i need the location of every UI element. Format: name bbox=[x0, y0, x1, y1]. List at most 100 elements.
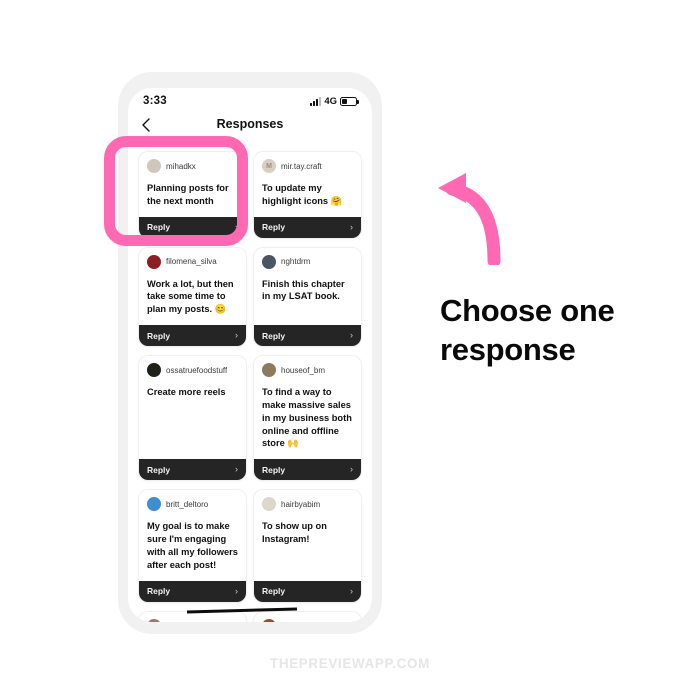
avatar[interactable] bbox=[147, 363, 161, 378]
status-indicators: 4G bbox=[310, 95, 359, 107]
response-user[interactable]: wairimuwraps bbox=[147, 618, 238, 622]
response-username[interactable]: ossatruefoodstuff bbox=[166, 366, 227, 375]
response-card-body: travelingdolphinStaying mentally bbox=[254, 611, 361, 622]
chevron-right-icon: › bbox=[350, 464, 353, 475]
reply-button[interactable]: Reply › bbox=[254, 580, 361, 602]
avatar[interactable] bbox=[147, 254, 161, 269]
response-card-body: hairbyabim To show up on Instagram! bbox=[254, 490, 361, 581]
response-text: To update my highlight icons 🤗 bbox=[262, 183, 343, 206]
reply-label: Reply bbox=[147, 586, 171, 597]
response-user[interactable]: nghtdrm bbox=[262, 254, 353, 269]
response-card-body: nghtdrm Finish this chapter in my LSAT bo… bbox=[254, 247, 361, 326]
reply-button[interactable]: Reply › bbox=[139, 216, 246, 238]
response-text: Planning posts for the next month bbox=[147, 183, 229, 206]
response-text: Work a lot, but then take some time to p… bbox=[147, 278, 234, 315]
network-label: 4G bbox=[324, 95, 337, 107]
response-user[interactable]: houseof_bm bbox=[262, 363, 353, 378]
response-card-body: filomena_silva Work a lot, but then take … bbox=[139, 247, 246, 326]
response-text: Finish this chapter in my LSAT book. bbox=[262, 278, 345, 302]
reply-button[interactable]: Reply › bbox=[139, 580, 246, 602]
response-card-body: houseof_bm To find a way to make massive … bbox=[254, 356, 361, 460]
reply-label: Reply bbox=[147, 330, 171, 341]
curved-arrow-left-icon bbox=[432, 165, 552, 268]
responses-grid: mihadkx Planning posts for the next month… bbox=[128, 142, 372, 622]
response-card-body: Mmir.tay.craft To update my highlight ico… bbox=[254, 152, 361, 217]
response-card[interactable]: Mmir.tay.craft To update my highlight ico… bbox=[254, 152, 361, 238]
response-card-body: mihadkx Planning posts for the next month bbox=[139, 152, 246, 217]
watermark: THEPREVIEWAPP.COM bbox=[270, 656, 430, 671]
phone-mockup: 3:33 4G Responses mihadkx Planning posts … bbox=[118, 72, 382, 634]
app-header: Responses bbox=[128, 114, 372, 140]
reply-button[interactable]: Reply › bbox=[254, 216, 361, 238]
response-username[interactable]: mihadkx bbox=[166, 162, 196, 171]
response-username[interactable]: wairimuwraps bbox=[166, 621, 215, 622]
response-text: My goal is to make sure I'm engaging wit… bbox=[147, 521, 238, 570]
response-card[interactable]: nghtdrm Finish this chapter in my LSAT bo… bbox=[254, 247, 361, 347]
reply-label: Reply bbox=[262, 464, 286, 475]
avatar[interactable] bbox=[262, 618, 276, 622]
chevron-right-icon: › bbox=[235, 221, 238, 232]
reply-button[interactable]: Reply › bbox=[254, 459, 361, 481]
response-user[interactable]: britt_deltoro bbox=[147, 497, 238, 512]
response-text: Create more reels bbox=[147, 387, 226, 398]
response-card[interactable]: filomena_silva Work a lot, but then take … bbox=[139, 247, 246, 347]
chevron-right-icon: › bbox=[350, 330, 353, 341]
battery-icon bbox=[340, 96, 359, 106]
reply-label: Reply bbox=[147, 464, 171, 475]
response-card[interactable]: ossatruefoodstuff Create more reels Reply › bbox=[139, 356, 246, 481]
avatar[interactable] bbox=[147, 618, 161, 622]
reply-button[interactable]: Reply › bbox=[139, 325, 246, 347]
response-username[interactable]: britt_deltoro bbox=[166, 500, 208, 509]
response-user[interactable]: travelingdolphin bbox=[262, 618, 353, 622]
chevron-right-icon: › bbox=[235, 330, 238, 341]
response-username[interactable]: houseof_bm bbox=[281, 366, 325, 375]
response-card[interactable]: britt_deltoro My goal is to make sure I'm… bbox=[139, 490, 246, 602]
response-card[interactable]: wairimuwrapsTo make my 3 posts per week,… bbox=[139, 611, 246, 622]
avatar-initial: M bbox=[266, 162, 272, 170]
response-card[interactable]: houseof_bm To find a way to make massive … bbox=[254, 356, 361, 481]
response-card-body: britt_deltoro My goal is to make sure I'm… bbox=[139, 490, 246, 581]
signal-bars-icon bbox=[310, 96, 322, 106]
avatar[interactable] bbox=[262, 497, 276, 512]
avatar[interactable]: M bbox=[262, 159, 276, 173]
response-card[interactable]: travelingdolphinStaying mentally bbox=[254, 611, 361, 622]
avatar[interactable] bbox=[147, 497, 161, 512]
avatar[interactable] bbox=[262, 363, 276, 378]
reply-label: Reply bbox=[262, 330, 286, 341]
responses-scroll-area[interactable]: mihadkx Planning posts for the next month… bbox=[128, 142, 372, 622]
reply-button[interactable]: Reply › bbox=[139, 459, 246, 481]
response-user[interactable]: mihadkx bbox=[147, 159, 238, 173]
annotation-line-2: response bbox=[440, 331, 576, 367]
response-user[interactable]: filomena_silva bbox=[147, 254, 238, 269]
response-text: To find a way to make massive sales in m… bbox=[262, 387, 352, 449]
response-username[interactable]: hairbyabim bbox=[281, 500, 320, 509]
response-username[interactable]: nghtdrm bbox=[281, 257, 310, 266]
chevron-right-icon: › bbox=[350, 585, 353, 596]
avatar[interactable] bbox=[147, 159, 161, 173]
reply-label: Reply bbox=[262, 222, 286, 233]
response-user[interactable]: Mmir.tay.craft bbox=[262, 159, 353, 173]
status-bar: 3:33 4G bbox=[128, 88, 372, 114]
response-card[interactable]: mihadkx Planning posts for the next month… bbox=[139, 152, 246, 238]
reply-label: Reply bbox=[262, 586, 286, 597]
page-title: Responses bbox=[216, 117, 284, 131]
response-card-body: ossatruefoodstuff Create more reels bbox=[139, 356, 246, 460]
reply-button[interactable]: Reply › bbox=[254, 325, 361, 347]
chevron-right-icon: › bbox=[235, 585, 238, 596]
response-text: To show up on Instagram! bbox=[262, 521, 327, 545]
response-username[interactable]: filomena_silva bbox=[166, 257, 217, 266]
response-card[interactable]: hairbyabim To show up on Instagram! Reply › bbox=[254, 490, 361, 602]
chevron-right-icon: › bbox=[350, 221, 353, 232]
response-username[interactable]: travelingdolphin bbox=[281, 621, 337, 622]
chevron-right-icon: › bbox=[235, 464, 238, 475]
phone-screen: 3:33 4G Responses mihadkx Planning posts … bbox=[128, 88, 372, 622]
annotation-line-1: Choose one bbox=[440, 293, 615, 328]
avatar[interactable] bbox=[262, 254, 276, 269]
annotation-text: Choose one response bbox=[440, 292, 690, 370]
response-username[interactable]: mir.tay.craft bbox=[281, 162, 322, 171]
reply-label: Reply bbox=[147, 222, 171, 233]
response-user[interactable]: hairbyabim bbox=[262, 497, 353, 512]
status-time: 3:33 bbox=[143, 95, 167, 107]
response-user[interactable]: ossatruefoodstuff bbox=[147, 363, 238, 378]
response-card-body: wairimuwrapsTo make my 3 posts per week,… bbox=[139, 611, 246, 622]
